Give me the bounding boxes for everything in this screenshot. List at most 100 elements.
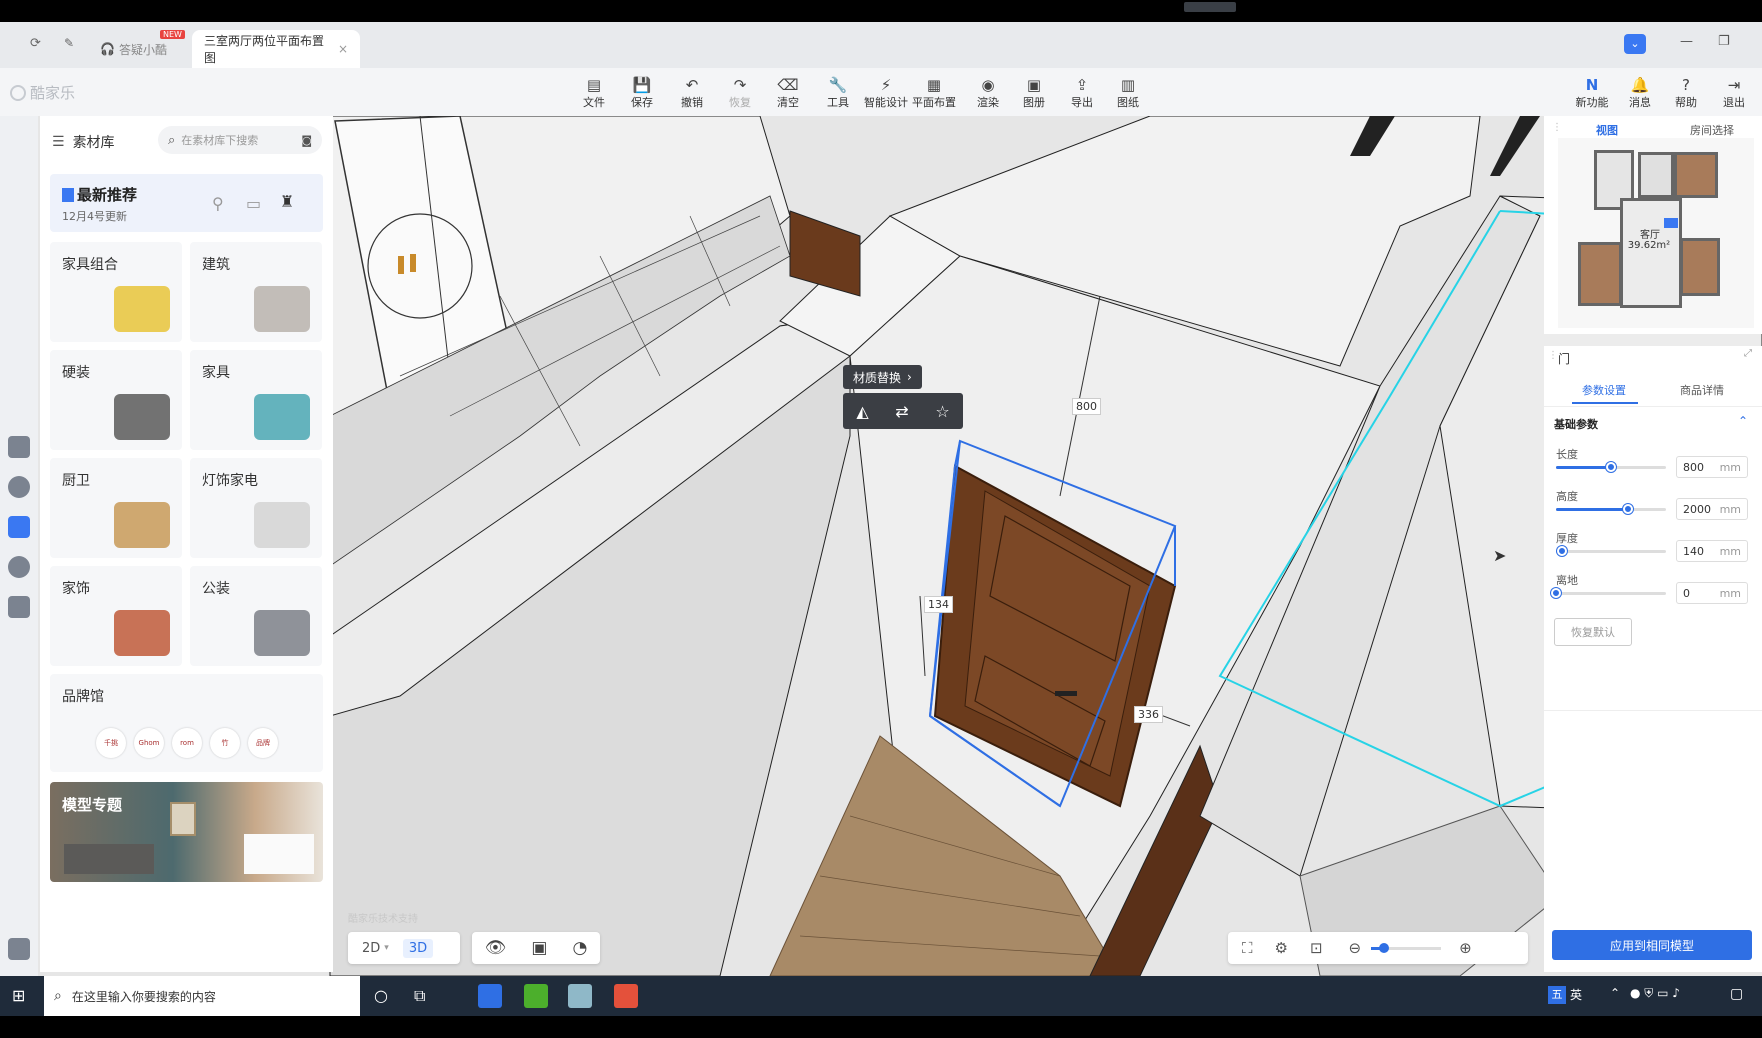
brand-logo[interactable]: 千挑: [96, 728, 126, 758]
zoom-in-icon[interactable]: ⊕: [1459, 939, 1472, 957]
chevron-down-icon[interactable]: ⌄: [1624, 34, 1646, 54]
category-card[interactable]: 灯饰家电: [190, 458, 322, 558]
brand-logo[interactable]: 竹: [210, 728, 240, 758]
cortana-icon[interactable]: ○: [374, 986, 388, 1005]
material-replace-button[interactable]: 材质替换 ›: [843, 365, 922, 389]
slider-knob[interactable]: [1606, 462, 1616, 472]
bulb-icon[interactable]: [8, 476, 30, 498]
param-slider[interactable]: [1551, 588, 1666, 598]
pin-icon[interactable]: ✎: [64, 36, 74, 50]
tab-params[interactable]: 参数设置: [1582, 382, 1626, 398]
star-icon[interactable]: ☆: [935, 402, 949, 421]
library-search[interactable]: ⌕ 在素材库下搜索 ◙: [158, 126, 322, 154]
tab-details[interactable]: 商品详情: [1680, 382, 1724, 398]
explorer-app-icon[interactable]: [568, 984, 592, 1008]
taskbar-search[interactable]: ⌕ 在这里输入你要搜索的内容: [44, 976, 360, 1016]
toolbar-logout-button[interactable]: ⇥ 退出: [1712, 76, 1756, 110]
tab-floorplan[interactable]: 三室两厅两位平面布置图 ×: [192, 30, 360, 68]
param-slider[interactable]: [1556, 504, 1666, 514]
brand-logo[interactable]: 品牌: [248, 728, 278, 758]
toolbar-camera-button[interactable]: ◉ 渲染: [966, 76, 1010, 110]
toolbar-help-button[interactable]: ? 帮助: [1664, 76, 1708, 110]
user-icon[interactable]: [8, 556, 30, 578]
category-card[interactable]: 厨卫: [50, 458, 182, 558]
task-view-icon[interactable]: ⧉: [414, 986, 425, 1006]
param-value-input[interactable]: 800 mm: [1676, 456, 1748, 478]
mirror-icon[interactable]: ◭: [856, 402, 868, 421]
list-icon[interactable]: [8, 938, 30, 960]
toolbar-eraser-button[interactable]: ⌫ 清空: [766, 76, 810, 110]
toolbar-wrench-button[interactable]: 🔧 工具: [816, 76, 860, 110]
toolbar-save-button[interactable]: 💾 保存: [620, 76, 664, 110]
toolbar-bell-button[interactable]: 🔔 消息: [1618, 76, 1662, 110]
toolbar-file-button[interactable]: ▤ 文件: [572, 76, 616, 110]
toolbar-export-button[interactable]: ⇪ 导出: [1060, 76, 1104, 110]
cabinet-icon[interactable]: [8, 596, 30, 618]
notification-icon[interactable]: ▢: [1730, 986, 1743, 1002]
slider-knob[interactable]: [1551, 588, 1561, 598]
fit-view-icon[interactable]: ⛶: [1242, 939, 1253, 957]
toolbar-undo-button[interactable]: ↶ 撤销: [670, 76, 714, 110]
eye-icon[interactable]: 👁: [485, 938, 507, 958]
library-icon[interactable]: [8, 516, 30, 538]
close-icon[interactable]: ×: [338, 42, 348, 56]
model-topic-banner[interactable]: 模型专题: [50, 782, 323, 882]
expand-icon[interactable]: ⤢: [1744, 348, 1752, 359]
category-card[interactable]: 家具组合: [50, 242, 182, 342]
toolbar-layout-button[interactable]: ▦ 平面布置: [912, 76, 956, 110]
floorplan-minimap[interactable]: 客厅 39.62m²: [1558, 138, 1754, 328]
toolbar-album-button[interactable]: ▣ 图册: [1012, 76, 1056, 110]
green-app-icon[interactable]: [524, 984, 548, 1008]
brand-hall-card[interactable]: 品牌馆 千挑 Ghom rom 竹品牌: [50, 674, 323, 772]
zoom-slider[interactable]: [1371, 942, 1442, 953]
red-app-icon[interactable]: [614, 984, 638, 1008]
param-value-input[interactable]: 2000 mm: [1676, 498, 1748, 520]
category-card[interactable]: 公装: [190, 566, 322, 666]
ime-icon[interactable]: 五: [1548, 986, 1566, 1004]
tray-status-icons[interactable]: ● ⛨ ▭ ♪: [1630, 986, 1680, 1001]
category-card[interactable]: 家饰: [50, 566, 182, 666]
minimap-tab-view[interactable]: 视图: [1596, 122, 1618, 138]
toolbar-drawing-button[interactable]: ▥ 图纸: [1106, 76, 1150, 110]
category-card[interactable]: 建筑: [190, 242, 322, 342]
chevron-up-icon[interactable]: ⌃: [1738, 414, 1748, 428]
slider-knob[interactable]: [1556, 546, 1567, 556]
apply-same-model-button[interactable]: 应用到相同模型: [1552, 930, 1752, 960]
toolbar-lightning-button[interactable]: ⚡ 智能设计: [864, 76, 908, 110]
tray-up-icon[interactable]: ⌃: [1610, 986, 1620, 1000]
recommend-card[interactable]: 最新推荐 12月4号更新 ⚲ ▭ ♜: [50, 174, 323, 232]
zoom-out-icon[interactable]: ⊖: [1349, 939, 1362, 957]
refresh-icon[interactable]: ⟳: [30, 36, 41, 51]
focus-icon[interactable]: ⊡: [1310, 939, 1323, 957]
category-card[interactable]: 硬装: [50, 350, 182, 450]
minimap-tab-room[interactable]: 房间选择: [1690, 122, 1734, 138]
cube-icon[interactable]: ▣: [531, 938, 547, 958]
param-value-input[interactable]: 0 mm: [1676, 582, 1748, 604]
compass-icon[interactable]: ◔: [573, 938, 588, 958]
toolbar-redo-button[interactable]: ↷ 恢复: [718, 76, 762, 110]
camera-icon[interactable]: ◙: [301, 134, 312, 147]
view-3d-button[interactable]: 3D: [402, 938, 434, 958]
windows-start-icon[interactable]: ⊞: [12, 986, 25, 1005]
kujiale-app-icon[interactable]: [478, 984, 502, 1008]
tab-support[interactable]: 🎧 答疑小酷 NEW: [88, 30, 185, 68]
category-card[interactable]: 家具: [190, 350, 322, 450]
restore-icon[interactable]: ❐: [1718, 34, 1730, 49]
view-2d-button[interactable]: 2D: [362, 941, 380, 956]
brand-logo[interactable]: rom: [172, 728, 202, 758]
ime-language[interactable]: 英: [1570, 986, 1582, 1003]
param-value-input[interactable]: 140 mm: [1676, 540, 1748, 562]
slider-knob[interactable]: [1622, 504, 1633, 514]
layers-icon[interactable]: [8, 436, 30, 458]
camera-marker-icon[interactable]: [1664, 218, 1678, 228]
minimize-icon[interactable]: —: [1680, 34, 1693, 49]
drag-handle-icon[interactable]: ⋮: [1548, 350, 1558, 361]
drag-handle-icon[interactable]: ⋮: [1552, 122, 1562, 133]
camera-settings-icon[interactable]: ⚙: [1275, 939, 1288, 957]
toolbar-new-feature-button[interactable]: N 新功能: [1570, 76, 1614, 110]
param-slider[interactable]: [1556, 462, 1666, 472]
brand-logo[interactable]: Ghom: [134, 728, 164, 758]
swap-icon[interactable]: ⇄: [895, 402, 908, 421]
reset-default-button[interactable]: 恢复默认: [1554, 618, 1632, 646]
param-slider[interactable]: [1556, 546, 1666, 556]
